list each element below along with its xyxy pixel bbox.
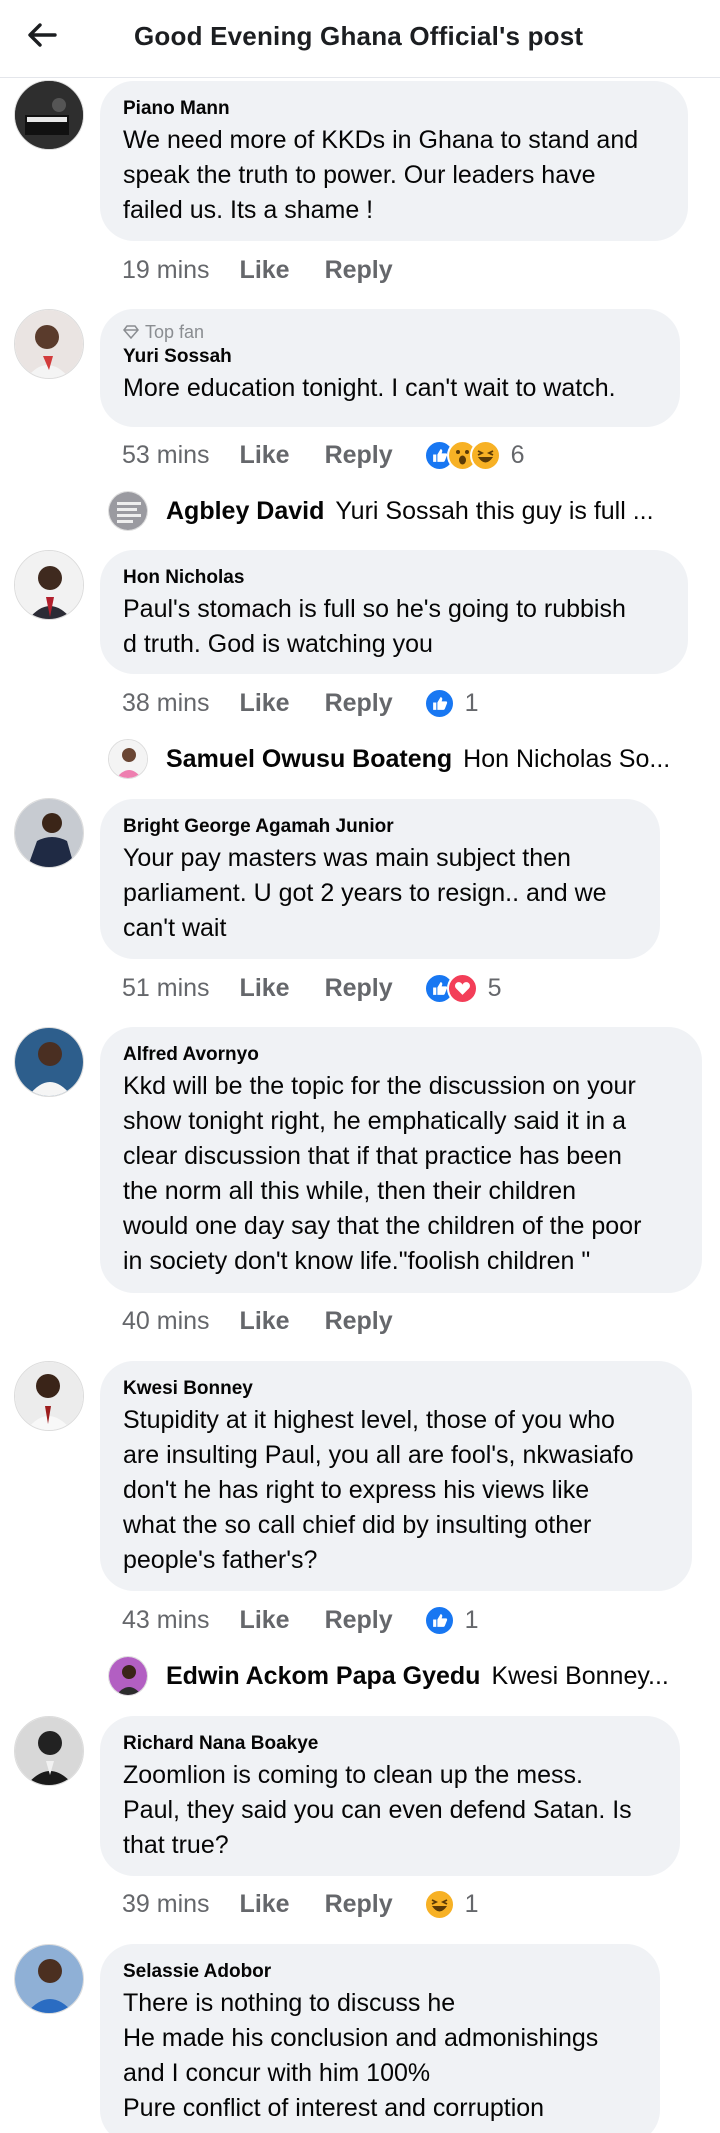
reaction-count: 5 (487, 973, 502, 1002)
reply-preview[interactable]: Edwin Ackom Papa Gyedu Kwesi Bonney... (108, 1656, 669, 1696)
reaction-count: 1 (464, 1605, 479, 1634)
like-button[interactable]: Like (240, 256, 290, 285)
reactions-summary[interactable]: 6 (423, 439, 525, 471)
reactions-summary[interactable]: 5 (423, 972, 502, 1004)
avatar[interactable] (14, 1716, 84, 1786)
comment-bubble: Top fan Yuri Sossah More education tonig… (100, 309, 680, 427)
comment-bubble: Kwesi Bonney Stupidity at it highest lev… (100, 1361, 692, 1591)
reply-button[interactable]: Reply (325, 256, 393, 285)
reply-text: Kwesi Bonney... (491, 1661, 669, 1690)
like-button[interactable]: Like (240, 441, 290, 470)
back-arrow-icon (28, 23, 57, 47)
reactions-summary[interactable]: 1 (423, 1604, 479, 1636)
love-reaction-icon (446, 972, 478, 1004)
reaction-count: 1 (464, 688, 479, 717)
reply-text: Yuri Sossah this guy is full ... (335, 496, 654, 525)
comment-text: Paul's stomach is full so he's going to … (123, 595, 626, 658)
reply-author: Edwin Ackom Papa Gyedu (166, 1661, 481, 1690)
post-header: Good Evening Ghana Official's post (0, 0, 720, 78)
commenter-name[interactable]: Bright George Agamah Junior (123, 815, 636, 839)
comment-text: We need more of KKDs in Ghana to stand a… (123, 126, 639, 224)
commenter-name[interactable]: Piano Mann (123, 97, 664, 121)
haha-reaction-icon (469, 439, 501, 471)
haha-reaction-icon (423, 1888, 455, 1920)
comment-bubble: Piano Mann We need more of KKDs in Ghana… (100, 81, 688, 241)
reply-button[interactable]: Reply (325, 441, 393, 470)
comment-bubble: Alfred Avornyo Kkd will be the topic for… (100, 1027, 702, 1293)
comment-text: Your pay masters was main subject then pa… (123, 844, 607, 942)
commenter-name[interactable]: Yuri Sossah (123, 345, 656, 369)
diamond-icon (123, 325, 139, 339)
reply-button[interactable]: Reply (325, 1890, 393, 1919)
commenter-name[interactable]: Hon Nicholas (123, 566, 664, 590)
like-button[interactable]: Like (240, 689, 290, 718)
top-fan-badge: Top fan (123, 321, 656, 343)
reply-preview[interactable]: Samuel Owusu Boateng Hon Nicholas So... (108, 739, 670, 779)
avatar[interactable] (14, 798, 84, 868)
comment-actions: 38 mins Like Reply 1 (122, 686, 479, 720)
reply-text: Hon Nicholas So... (463, 744, 671, 773)
comment-time[interactable]: 53 mins (122, 441, 210, 470)
comment-actions: 51 mins Like Reply 5 (122, 971, 502, 1005)
comment-time[interactable]: 51 mins (122, 974, 210, 1003)
reply-avatar (108, 1656, 148, 1696)
like-reaction-icon (423, 1604, 455, 1636)
comment-text: There is nothing to discuss he He made hi… (123, 1989, 599, 2122)
reply-button[interactable]: Reply (325, 1606, 393, 1635)
comment-text: More education tonight. I can't wait to … (123, 374, 616, 402)
avatar[interactable] (14, 550, 84, 620)
comment-bubble: Bright George Agamah Junior Your pay mas… (100, 799, 660, 959)
comment-bubble: Selassie Adobor There is nothing to disc… (100, 1944, 660, 2133)
reply-avatar (108, 491, 148, 531)
back-button[interactable] (22, 18, 62, 52)
comment-text: Stupidity at it highest level, those of … (123, 1406, 634, 1574)
like-button[interactable]: Like (240, 1307, 290, 1336)
reply-button[interactable]: Reply (325, 1307, 393, 1336)
avatar[interactable] (14, 1944, 84, 2014)
comment-time[interactable]: 19 mins (122, 256, 210, 285)
reply-button[interactable]: Reply (325, 974, 393, 1003)
comment-bubble: Richard Nana Boakye Zoomlion is coming t… (100, 1716, 680, 1876)
reply-button[interactable]: Reply (325, 689, 393, 718)
comment-time[interactable]: 40 mins (122, 1307, 210, 1336)
commenter-name[interactable]: Kwesi Bonney (123, 1377, 668, 1401)
comment-time[interactable]: 43 mins (122, 1606, 210, 1635)
comment-time[interactable]: 39 mins (122, 1890, 210, 1919)
comment-actions: 53 mins Like Reply 6 (122, 438, 525, 472)
comment-actions: 19 mins Like Reply (122, 253, 428, 287)
comment-text: Kkd will be the topic for the discussion… (123, 1072, 642, 1275)
like-button[interactable]: Like (240, 974, 290, 1003)
comment-actions: 39 mins Like Reply 1 (122, 1887, 479, 1921)
page-title: Good Evening Ghana Official's post (134, 21, 584, 51)
comment-actions: 40 mins Like Reply (122, 1304, 428, 1338)
comment-text: Zoomlion is coming to clean up the mess.… (123, 1761, 632, 1859)
comment-actions: 43 mins Like Reply 1 (122, 1603, 479, 1637)
reactions-summary[interactable]: 1 (423, 687, 479, 719)
like-button[interactable]: Like (240, 1606, 290, 1635)
reactions-summary[interactable]: 1 (423, 1888, 479, 1920)
reply-avatar (108, 739, 148, 779)
reaction-count: 1 (464, 1889, 479, 1918)
commenter-name[interactable]: Alfred Avornyo (123, 1043, 678, 1067)
comment-bubble: Hon Nicholas Paul's stomach is full so h… (100, 550, 688, 674)
like-button[interactable]: Like (240, 1890, 290, 1919)
avatar[interactable] (14, 1361, 84, 1431)
reply-author: Agbley David (166, 496, 325, 525)
avatar[interactable] (14, 1027, 84, 1097)
commenter-name[interactable]: Richard Nana Boakye (123, 1732, 656, 1756)
avatar[interactable] (14, 80, 84, 150)
comment-time[interactable]: 38 mins (122, 689, 210, 718)
avatar[interactable] (14, 309, 84, 379)
like-reaction-icon (423, 687, 455, 719)
reaction-count: 6 (510, 440, 525, 469)
reply-author: Samuel Owusu Boateng (166, 744, 453, 773)
commenter-name[interactable]: Selassie Adobor (123, 1960, 636, 1984)
reply-preview[interactable]: Agbley David Yuri Sossah this guy is ful… (108, 491, 654, 531)
